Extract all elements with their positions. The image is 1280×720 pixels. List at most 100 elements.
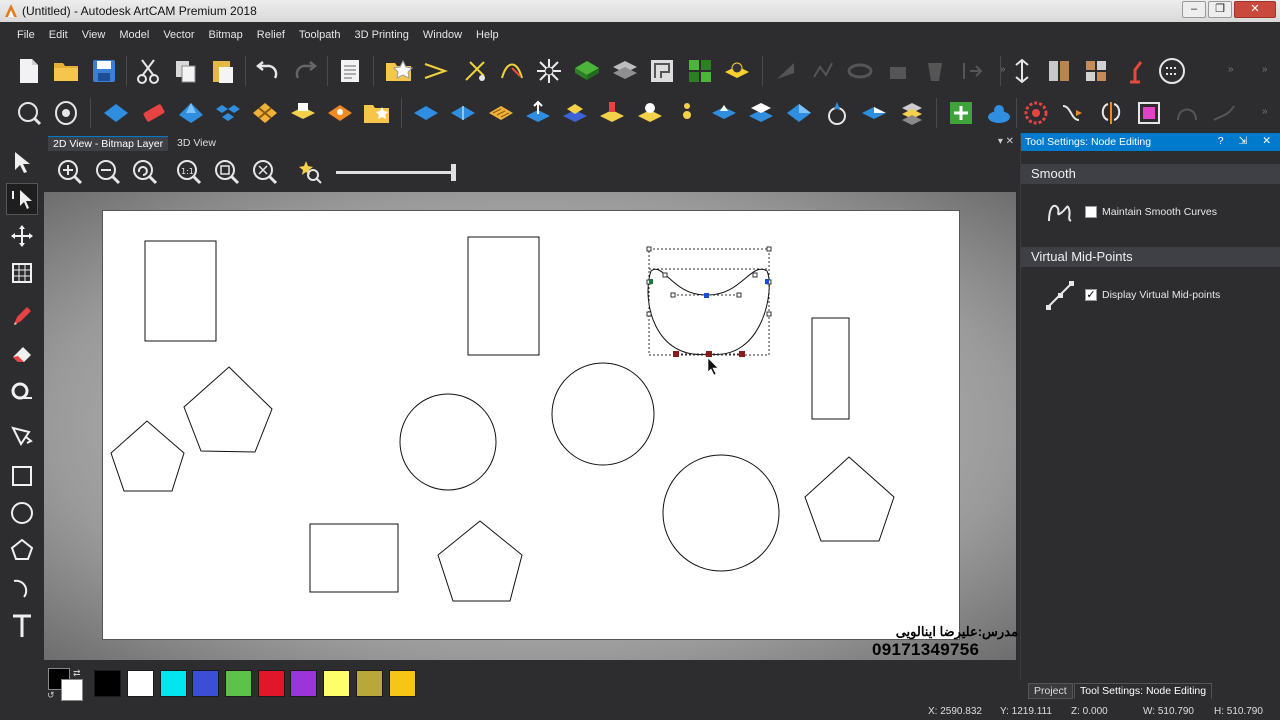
relief-tool-b-icon[interactable] (746, 98, 776, 128)
mirror-icon[interactable] (1096, 98, 1126, 128)
vector-drawing[interactable] (103, 211, 961, 641)
new-file-icon[interactable] (14, 56, 44, 86)
close-button[interactable]: ✕ (1234, 1, 1276, 18)
menu-relief[interactable]: Relief (250, 24, 292, 46)
menu-bitmap[interactable]: Bitmap (202, 24, 250, 46)
display-mid-points-option[interactable]: ✓ Display Virtual Mid-points (1021, 276, 1280, 316)
secondary-color-swatch[interactable] (61, 679, 83, 701)
disabled-path-icon[interactable] (1209, 98, 1239, 128)
disabled-tool-6-icon[interactable] (957, 56, 987, 86)
relief-diamond-icon[interactable] (101, 98, 131, 128)
notes-icon[interactable] (335, 56, 365, 86)
height-arrows-icon[interactable] (1007, 56, 1037, 86)
relief-point-icon[interactable] (672, 98, 702, 128)
rectangle-vector[interactable] (811, 317, 850, 420)
redo-icon[interactable] (290, 56, 320, 86)
polyline-tool-icon[interactable] (6, 419, 38, 451)
relief-sheet-icon[interactable] (288, 98, 318, 128)
relief-split-icon[interactable] (448, 98, 478, 128)
cut-icon[interactable] (133, 56, 163, 86)
yellow-plate-icon[interactable] (722, 56, 752, 86)
selected-vector[interactable] (646, 246, 772, 357)
pentagon-vector[interactable] (437, 520, 523, 602)
maximize-button[interactable]: ❐ (1208, 1, 1232, 18)
relief-tool-d-icon[interactable] (822, 98, 852, 128)
rectangle-vector[interactable] (467, 236, 540, 356)
split-panel-icon[interactable] (1044, 56, 1074, 86)
relief-tool-f-icon[interactable] (897, 98, 927, 128)
menu-view[interactable]: View (75, 24, 113, 46)
swatch-black[interactable] (94, 670, 121, 697)
relief-layered-icon[interactable] (560, 98, 590, 128)
relief-view-icon[interactable] (51, 98, 81, 128)
scissor-vector-icon[interactable] (460, 56, 490, 86)
grid-warp-icon[interactable] (6, 257, 38, 289)
menu-toolpath[interactable]: Toolpath (292, 24, 348, 46)
tab-2d-view[interactable]: 2D View - Bitmap Layer (48, 136, 169, 151)
relief-star-folder-icon[interactable] (362, 98, 392, 128)
swatch-olive[interactable] (356, 670, 383, 697)
magenta-node-icon[interactable] (1134, 98, 1164, 128)
frame-icon[interactable] (647, 56, 677, 86)
vector-line-icon[interactable] (421, 56, 451, 86)
circle-vector[interactable] (662, 454, 780, 572)
disabled-tool-1-icon[interactable] (771, 56, 801, 86)
select-arrow-icon[interactable] (6, 146, 38, 178)
swatch-cyan[interactable] (160, 670, 187, 697)
menu-model[interactable]: Model (112, 24, 156, 46)
relief-blocks-icon[interactable] (213, 98, 243, 128)
zoom-previous-icon[interactable] (131, 158, 159, 186)
relief-dome-icon[interactable] (635, 98, 665, 128)
curve-transform-icon[interactable] (497, 56, 527, 86)
eraser-tool-icon[interactable] (6, 338, 38, 370)
project-folder-icon[interactable] (384, 56, 414, 86)
circle-vector[interactable] (399, 393, 497, 491)
zoom-extents-icon[interactable] (251, 158, 279, 186)
menu-window[interactable]: Window (416, 24, 469, 46)
section-smooth[interactable]: Smooth (1021, 164, 1280, 184)
zoom-in-icon[interactable] (56, 158, 84, 186)
tab-3d-view[interactable]: 3D View (172, 136, 221, 151)
relief-tool-e-icon[interactable] (859, 98, 889, 128)
section-virtual-mid-points[interactable]: Virtual Mid-Points (1021, 247, 1280, 267)
tab-tool-settings[interactable]: Tool Settings: Node Editing (1074, 683, 1213, 699)
open-folder-icon[interactable] (51, 56, 81, 86)
copy-icon[interactable] (171, 56, 201, 86)
swatch-blue[interactable] (192, 670, 219, 697)
zoom-star-icon[interactable] (296, 158, 324, 186)
save-icon[interactable] (89, 56, 119, 86)
menu-file[interactable]: File (10, 24, 42, 46)
zoom-actual-icon[interactable]: 1:1 (175, 158, 203, 186)
zoom-slider[interactable] (336, 164, 456, 181)
panel-controls[interactable]: ? ⇲ ✕ (1218, 135, 1277, 147)
undo-icon[interactable] (253, 56, 283, 86)
zoom-out-icon[interactable] (94, 158, 122, 186)
menu-edit[interactable]: Edit (42, 24, 75, 46)
polygon-tool-icon[interactable] (6, 534, 38, 566)
relief-lines-icon[interactable] (486, 98, 516, 128)
layers-icon[interactable] (610, 56, 640, 86)
disabled-tool-5-icon[interactable] (920, 56, 950, 86)
minimize-button[interactable]: – (1182, 1, 1206, 18)
rectangle-vector[interactable] (144, 240, 217, 342)
tape-measure-icon[interactable] (6, 375, 38, 407)
info-circle-icon[interactable] (1157, 56, 1187, 86)
paste-icon[interactable] (208, 56, 238, 86)
maintain-smooth-option[interactable]: Maintain Smooth Curves (1021, 193, 1280, 233)
rectangle-tool-icon[interactable] (6, 460, 38, 492)
relief-blob-icon[interactable] (984, 98, 1014, 128)
relief-stack-icon[interactable] (597, 98, 627, 128)
grid-relief-icon[interactable] (685, 56, 715, 86)
relief-tool-a-icon[interactable] (709, 98, 739, 128)
disabled-tool-4-icon[interactable] (883, 56, 913, 86)
vector-arrow-icon[interactable] (1058, 98, 1088, 128)
menu-vector[interactable]: Vector (156, 24, 201, 46)
rectangle-vector[interactable] (309, 523, 399, 593)
swap-colors-icon[interactable]: ⇄ (73, 668, 81, 679)
tab-project[interactable]: Project (1028, 683, 1073, 699)
transform-tool-icon[interactable] (6, 220, 38, 252)
relief-flat-icon[interactable] (411, 98, 441, 128)
reset-colors-icon[interactable]: ↺ (47, 690, 55, 701)
swatch-purple[interactable] (290, 670, 317, 697)
zoom-slider-thumb[interactable] (451, 164, 456, 181)
